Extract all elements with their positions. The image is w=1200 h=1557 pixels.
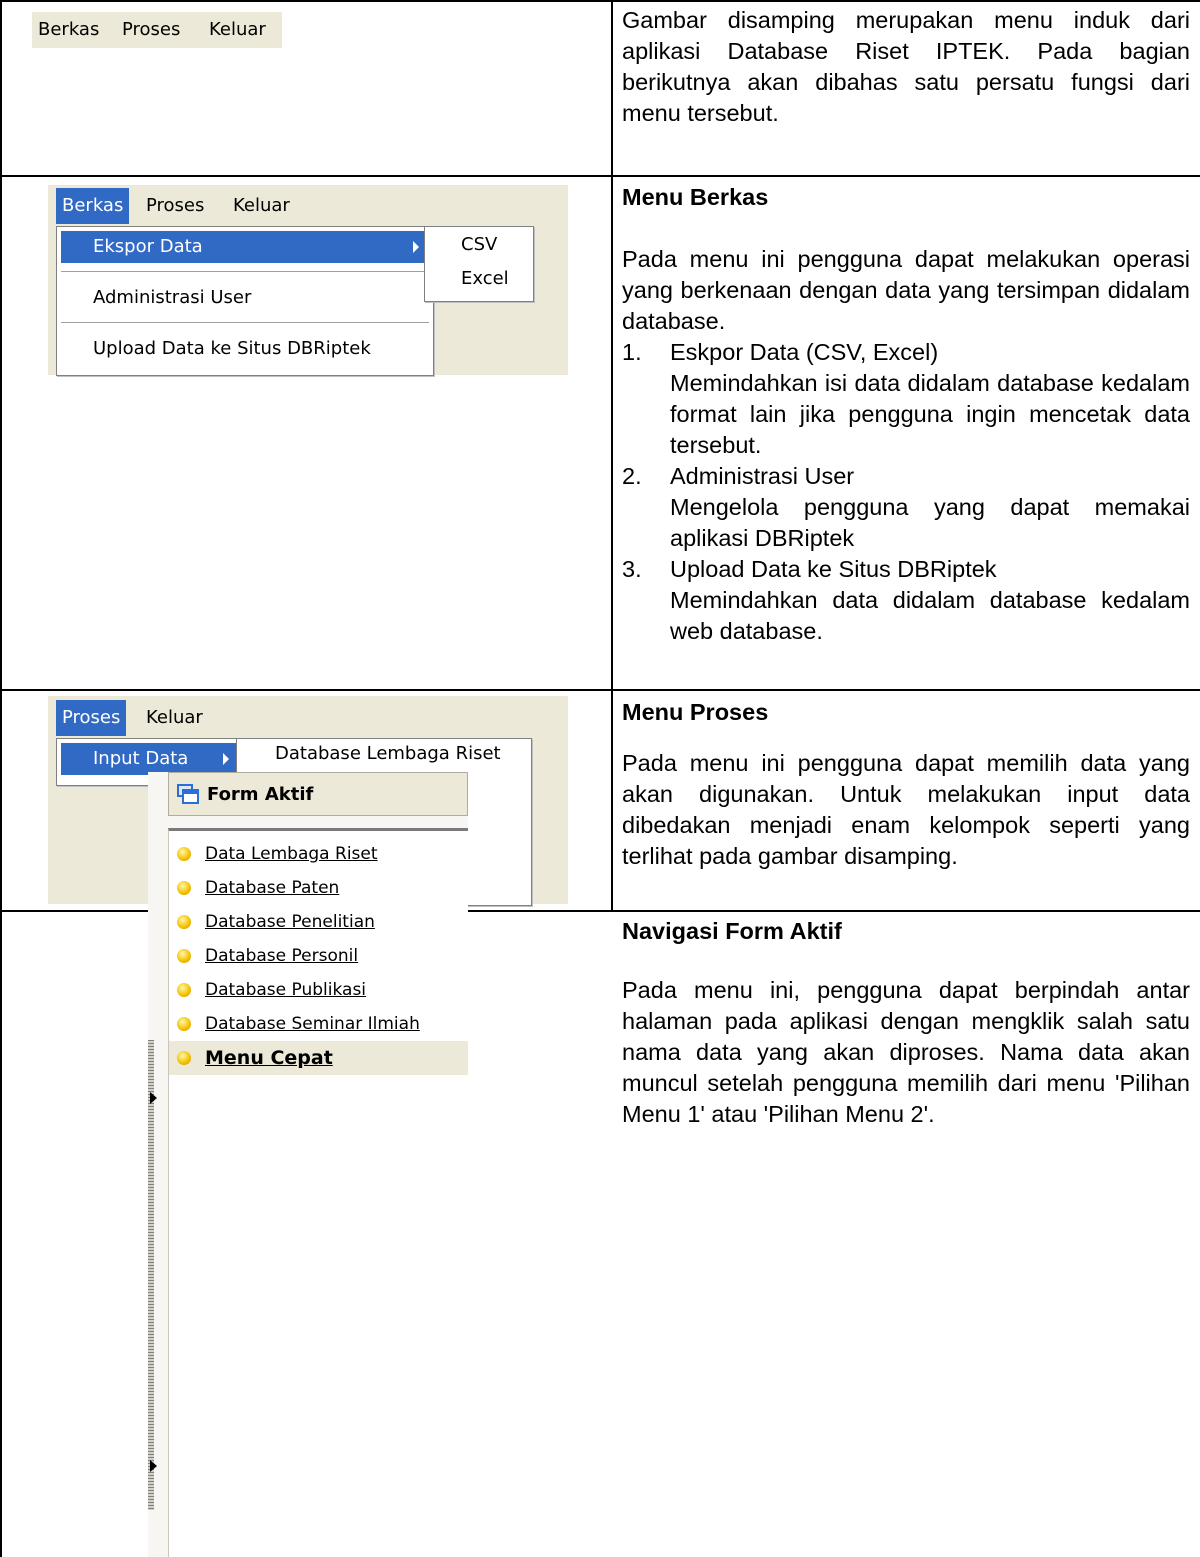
menu-item-input-data[interactable]: Input Data — [61, 743, 239, 775]
main-menubar: Berkas Proses Keluar — [32, 12, 282, 48]
section-intro: Pada menu ini pengguna dapat memilih dat… — [622, 750, 1190, 869]
row-divider — [0, 175, 1200, 177]
section-heading: Menu Berkas — [622, 184, 769, 210]
menubar: Proses Keluar — [56, 700, 568, 736]
intro-text: Gambar disamping merupakan menu induk da… — [622, 7, 1190, 126]
list-title: Upload Data ke Situs DBRiptek — [670, 556, 997, 582]
bullet-icon — [177, 847, 191, 861]
menubar: Berkas Proses Keluar — [56, 188, 568, 224]
bullet-icon — [177, 1017, 191, 1031]
list-item: 1. Eskpor Data (CSV, Excel) Memindahkan is… — [622, 337, 1190, 461]
submenu-item[interactable]: Database Lembaga Riset — [241, 741, 527, 767]
menu-keluar[interactable]: Keluar — [203, 12, 272, 48]
bullet-icon — [177, 915, 191, 929]
panel-header[interactable]: Form Aktif — [168, 772, 468, 816]
link-label[interactable]: Menu Cepat — [205, 1041, 333, 1075]
menu-keluar[interactable]: Keluar — [227, 188, 296, 224]
panel-title: Form Aktif — [207, 784, 314, 805]
list-number: 1. — [622, 339, 642, 365]
menu-item-label: Ekspor Data — [93, 236, 203, 257]
menu-item-administrasi-user[interactable]: Administrasi User — [61, 282, 429, 314]
link-label[interactable]: Database Publikasi — [205, 973, 366, 1007]
link-label[interactable]: Data Lembaga Riset — [205, 837, 378, 871]
bullet-icon — [177, 881, 191, 895]
menu-item-label: Input Data — [93, 748, 189, 769]
menu-keluar[interactable]: Keluar — [140, 700, 209, 736]
menu-item-upload-data[interactable]: Upload Data ke Situs DBRiptek — [61, 333, 429, 365]
berkas-dropdown: Ekspor Data Administrasi User Upload Dat… — [56, 226, 434, 376]
list-number: 2. — [622, 463, 642, 489]
form-aktif-panel: Form Aktif Data Lembaga Riset Database P… — [148, 772, 468, 1557]
expand-arrow-icon[interactable] — [150, 1092, 157, 1104]
list-desc: Memindahkan isi data didalam database ke… — [670, 370, 1190, 458]
column-divider — [611, 0, 613, 910]
row-divider — [0, 689, 1200, 691]
menu-berkas[interactable]: Berkas — [56, 188, 130, 224]
list-item[interactable]: Database Seminar Ilmiah — [169, 1007, 468, 1041]
bullet-icon — [177, 949, 191, 963]
list-item[interactable]: Database Penelitian — [169, 905, 468, 939]
menu-separator — [61, 322, 429, 324]
link-label[interactable]: Database Paten — [205, 871, 339, 905]
submenu-item-excel[interactable]: Excel — [429, 263, 529, 295]
list-desc: Memindahkan data didalam database kedala… — [670, 587, 1190, 644]
list-item[interactable]: Data Lembaga Riset — [169, 837, 468, 871]
list-desc: Mengelola pengguna yang dapat memakai ap… — [670, 494, 1190, 551]
list-item: 2. Administrasi User Mengelola pengguna ya… — [622, 461, 1190, 554]
submenu-item-csv[interactable]: CSV — [429, 229, 529, 261]
submenu-arrow-icon — [223, 753, 229, 765]
table-border — [0, 0, 2, 1557]
list-item[interactable]: Database Personil — [169, 939, 468, 973]
splitter-handle[interactable] — [148, 1040, 154, 1510]
ekspor-submenu: CSV Excel — [424, 226, 534, 302]
submenu-arrow-icon — [413, 241, 419, 253]
menu-item-ekspor-data[interactable]: Ekspor Data — [61, 231, 429, 263]
form-list: Data Lembaga Riset Database Paten Databa… — [168, 828, 468, 1557]
row2-description: Menu Berkas Pada menu ini pengguna dapat… — [622, 182, 1190, 647]
list-item: 3. Upload Data ke Situs DBRiptek Memindahk… — [622, 554, 1190, 647]
link-label[interactable]: Database Personil — [205, 939, 358, 973]
list-item[interactable]: Database Paten — [169, 871, 468, 905]
row4-description: Navigasi Form Aktif Pada menu ini, pengg… — [622, 916, 1190, 1130]
feature-list: 1. Eskpor Data (CSV, Excel) Memindahkan is… — [622, 337, 1190, 647]
row1-description: Gambar disamping merupakan menu induk da… — [622, 5, 1190, 129]
section-heading: Navigasi Form Aktif — [622, 918, 842, 944]
bullet-icon — [177, 983, 191, 997]
link-label[interactable]: Database Penelitian — [205, 905, 375, 939]
link-label[interactable]: Database Seminar Ilmiah — [205, 1007, 420, 1041]
expand-arrow-icon[interactable] — [150, 1460, 157, 1472]
menu-separator — [61, 271, 429, 273]
bullet-icon — [177, 1051, 191, 1065]
menu-proses[interactable]: Proses — [140, 188, 210, 224]
list-item-menu-cepat[interactable]: Menu Cepat — [169, 1041, 468, 1075]
list-title: Eskpor Data (CSV, Excel) — [670, 339, 939, 365]
table-border — [0, 0, 1200, 2]
window-icon — [177, 784, 199, 804]
list-title: Administrasi User — [670, 463, 855, 489]
menu-proses[interactable]: Proses — [56, 700, 127, 736]
menu-proses[interactable]: Proses — [116, 12, 186, 48]
list-item[interactable]: Database Publikasi — [169, 973, 468, 1007]
section-intro: Pada menu ini pengguna dapat melakukan o… — [622, 246, 1190, 334]
section-intro: Pada menu ini, pengguna dapat berpindah … — [622, 977, 1190, 1127]
menu-berkas[interactable]: Berkas — [32, 12, 105, 48]
section-heading: Menu Proses — [622, 699, 769, 725]
list-number: 3. — [622, 556, 642, 582]
row3-description: Menu Proses Pada menu ini pengguna dapat… — [622, 697, 1190, 872]
